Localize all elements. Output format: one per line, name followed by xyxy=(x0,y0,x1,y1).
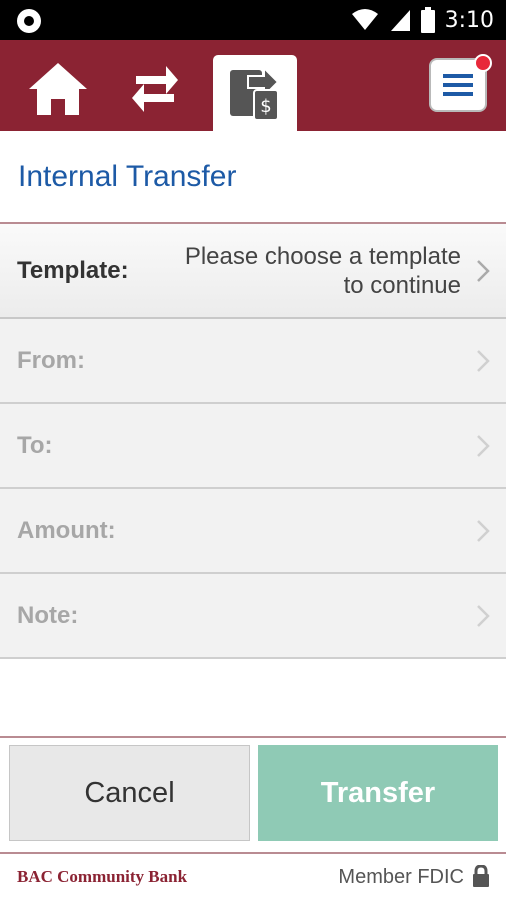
lock-icon xyxy=(473,865,489,887)
template-value: Please choose a template to continue xyxy=(161,242,461,300)
template-row[interactable]: Template: Please choose a template to co… xyxy=(0,224,506,319)
amount-label: Amount: xyxy=(17,516,116,544)
chevron-right-icon xyxy=(477,519,490,542)
wifi-icon xyxy=(351,9,378,30)
swap-arrows-icon xyxy=(132,66,178,112)
nav-home-button[interactable] xyxy=(23,54,93,124)
page-title: Internal Transfer xyxy=(18,160,237,193)
to-row[interactable]: To: xyxy=(0,404,506,489)
cancel-button[interactable]: Cancel xyxy=(9,745,250,841)
nav-transfers-button[interactable] xyxy=(120,54,190,124)
svg-text:$: $ xyxy=(260,96,271,117)
chevron-right-icon xyxy=(477,349,490,372)
menu-button[interactable] xyxy=(429,54,492,112)
status-icons: 3:10 xyxy=(351,6,494,34)
amount-row[interactable]: Amount: xyxy=(0,489,506,574)
chevron-right-icon xyxy=(477,259,490,282)
member-fdic-text: Member FDIC xyxy=(338,866,464,888)
home-icon xyxy=(29,63,87,115)
transfer-form: Template: Please choose a template to co… xyxy=(0,224,506,659)
transfer-dollar-icon: $ xyxy=(230,65,280,121)
from-label: From: xyxy=(17,346,85,374)
chevron-right-icon xyxy=(477,434,490,457)
top-nav-bar: $ xyxy=(0,40,506,132)
from-row[interactable]: From: xyxy=(0,319,506,404)
hamburger-menu-icon xyxy=(443,74,473,96)
status-bar: 3:10 xyxy=(0,0,506,40)
template-value-line1: Please choose a template xyxy=(184,242,461,270)
notification-badge xyxy=(474,54,492,72)
actions-divider xyxy=(0,736,506,738)
chevron-right-icon xyxy=(477,604,490,627)
note-label: Note: xyxy=(17,601,79,629)
signal-icon xyxy=(390,10,410,31)
bank-name: BAC Community Bank xyxy=(17,867,188,886)
template-value-line2: to continue xyxy=(343,271,461,299)
transfer-button[interactable]: Transfer xyxy=(258,745,498,841)
nav-transfer-dollar-tab[interactable]: $ xyxy=(213,55,297,132)
to-label: To: xyxy=(17,431,53,459)
footer-divider xyxy=(0,852,506,854)
status-time: 3:10 xyxy=(444,7,494,33)
notification-circle-icon xyxy=(17,9,41,33)
template-label: Template: xyxy=(17,256,129,284)
note-row[interactable]: Note: xyxy=(0,574,506,659)
battery-icon xyxy=(420,7,435,33)
